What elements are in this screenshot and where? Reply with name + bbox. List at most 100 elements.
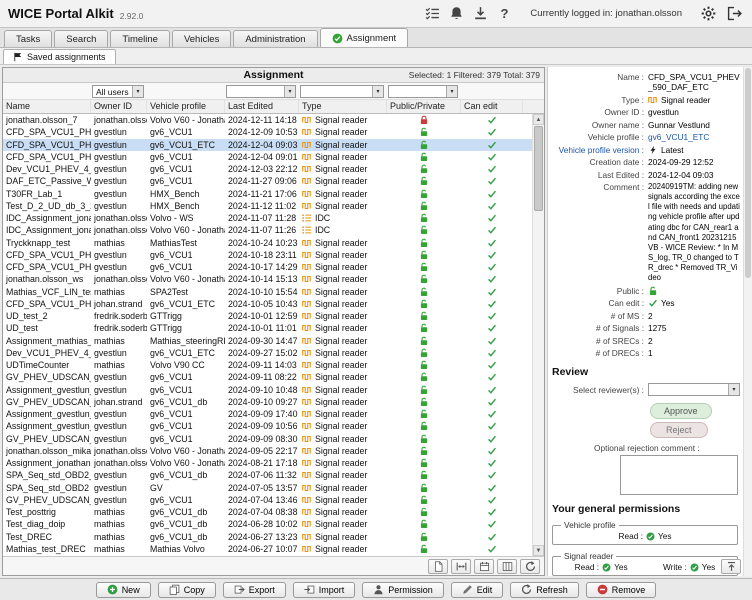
table-row[interactable]: UD_test_2fredrik.soderbergGTTrigg2024-10…	[3, 310, 532, 322]
table-columns-button[interactable]	[497, 559, 517, 574]
table-row[interactable]: Mathias_VCF_LIN_testmathiasSPA2Test2024-…	[3, 286, 532, 298]
column-header-owner-id[interactable]: Owner ID	[91, 100, 147, 113]
table-row[interactable]: CFD_SPA_VCU1_PHE...gvestlungv6_VCU12024-…	[3, 126, 532, 138]
reject-button[interactable]: Reject	[650, 422, 708, 438]
tab-administration[interactable]: Administration	[233, 30, 317, 47]
tab-tasks[interactable]: Tasks	[4, 30, 52, 47]
document-button[interactable]	[428, 559, 448, 574]
detail-field: Name :CFD_SPA_VCU1_PHEV_590_DAF_ETC	[550, 72, 740, 92]
column-header-type[interactable]: Type	[299, 100, 387, 113]
lock-open-icon	[648, 286, 658, 296]
details-scrollbar[interactable]	[743, 67, 752, 576]
table-cell	[387, 433, 461, 445]
tab-saved-assignments[interactable]: Saved assignments	[3, 49, 116, 64]
table-cell: 2024-10-14 15:13	[225, 273, 299, 285]
fit-width-button[interactable]	[451, 559, 471, 574]
scroll-up-icon[interactable]: ▲	[533, 114, 544, 125]
table-row[interactable]: Assignment_mathias_166mathiasMathias_ste…	[3, 335, 532, 347]
column-header-last-edited[interactable]: Last Edited	[225, 100, 299, 113]
table-row[interactable]: CFD_SPA_VCU1_PHE...gvestlungv6_VCU12024-…	[3, 249, 532, 261]
download-button[interactable]	[470, 4, 490, 24]
table-row[interactable]: T30FR_Lab_1gvestlunHMX_Bench2024-11-21 1…	[3, 188, 532, 200]
table-row[interactable]: jonathan.olsson_wsjonathan.olssonVolvo V…	[3, 273, 532, 285]
table-row[interactable]: SPA_Seq_std_OBD2gvestlunGV2024-07-05 13:…	[3, 482, 532, 494]
filter-last-edited[interactable]: ▾	[226, 85, 296, 98]
table-row[interactable]: DAF_ETC_Passive_W...gvestlungv6_VCU12024…	[3, 175, 532, 187]
table-row[interactable]: IDC_Assignment_jonat...jonathan.olssonVo…	[3, 212, 532, 224]
field-value[interactable]: gv6_VCU1_ETC	[648, 132, 740, 142]
table-row[interactable]: Test_D_2_UD_db_3_2...gvestlunHMX_Bench20…	[3, 200, 532, 212]
table-row[interactable]: jonathan.olsson_mikajonathan.olssonVolvo…	[3, 445, 532, 457]
table-row[interactable]: jonathan.olsson_7jonathan.olssonVolvo V6…	[3, 114, 532, 126]
field-label[interactable]: Vehicle profile version :	[550, 145, 648, 155]
table-row[interactable]: CFD_SPA_VCU1_PHE...gvestlungv6_VCU12024-…	[3, 151, 532, 163]
table-cell: CFD_SPA_VCU1_PHE...	[3, 126, 91, 138]
signal-reader-icon	[302, 274, 312, 284]
new-button[interactable]: New	[96, 582, 151, 598]
table-row[interactable]: GV_PHEV_UDSCAN_...johan.strandgv6_VCU1_d…	[3, 396, 532, 408]
table-cell	[387, 518, 461, 530]
table-row[interactable]: Mathias_test_DRECmathiasMathias Volvo202…	[3, 543, 532, 555]
table-row[interactable]: GV_PHEV_UDSCAN_...gvestlungv6_VCU12024-0…	[3, 494, 532, 506]
table-row[interactable]: Tryckknapp_testmathiasMathiasTest2024-10…	[3, 237, 532, 249]
tab-assignment[interactable]: Assignment	[320, 28, 409, 47]
column-header-name[interactable]: Name	[3, 100, 91, 113]
assignment-type: Signal reader	[315, 348, 367, 358]
table-cell: HMX_Bench	[147, 200, 225, 212]
copy-button[interactable]: Copy	[158, 582, 216, 598]
table-row[interactable]: Test_diag_doipmathiasgv6_VCU1_db2024-06-…	[3, 518, 532, 530]
table-row[interactable]: Dev_VCU1_PHEV_4_4...gvestlungv6_VCU1_ETC…	[3, 347, 532, 359]
filter-owner-id[interactable]: All users▾	[92, 85, 144, 98]
reviewer-select[interactable]: ▾	[648, 383, 740, 396]
column-header-vehicle-profile[interactable]: Vehicle profile	[147, 100, 225, 113]
remove-button[interactable]: Remove	[586, 582, 657, 598]
refresh-button[interactable]: Refresh	[510, 582, 579, 598]
table-cell: mathias	[91, 543, 147, 555]
table-row[interactable]: Test_DRECmathiasgv6_VCU1_db2024-06-27 13…	[3, 531, 532, 543]
table-row[interactable]: Assignment_jonathan.o...jonathan.olssonV…	[3, 457, 532, 469]
scrollbar-thumb[interactable]	[534, 126, 543, 211]
table-row[interactable]: Assignment_gvestlun_...gvestlungv6_VCU12…	[3, 384, 532, 396]
settings-button[interactable]	[698, 4, 718, 24]
refresh-button[interactable]	[520, 559, 540, 574]
permission-button[interactable]: Permission	[362, 582, 444, 598]
table-row[interactable]: Dev_VCU1_PHEV_4_4...gvestlungv6_VCU12024…	[3, 163, 532, 175]
details-scrollbar-thumb[interactable]	[745, 68, 751, 278]
rejection-comment-input[interactable]	[620, 455, 738, 495]
export-button[interactable]: Export	[223, 582, 286, 598]
table-row[interactable]: Test_posttrigmathiasgv6_VCU1_db2024-07-0…	[3, 506, 532, 518]
tab-timeline[interactable]: Timeline	[110, 30, 170, 47]
table-row[interactable]: Assignment_gvestlun_...gvestlungv6_VCU12…	[3, 408, 532, 420]
help-button[interactable]: ?	[494, 4, 514, 24]
scroll-down-icon[interactable]: ▼	[533, 545, 544, 556]
task-status-button[interactable]	[422, 4, 442, 24]
filter-public-private[interactable]: ▾	[388, 85, 458, 98]
tab-search[interactable]: Search	[54, 30, 108, 47]
table-row[interactable]: CFD_SPA_VCU1_PHE...johan.strandgv6_VCU1_…	[3, 298, 532, 310]
button-label: New	[122, 585, 140, 595]
notifications-button[interactable]	[446, 4, 466, 24]
table-row[interactable]: CFD_SPA_VCU1_PHE...gvestlungv6_VCU1_ETC2…	[3, 139, 532, 151]
table-row[interactable]: UD_testfredrik.soderbergGTTrigg2024-10-0…	[3, 322, 532, 334]
owner-id: mathias	[94, 532, 125, 542]
table-row[interactable]: SPA_Seq_std_OBD2_v...gvestlungv6_VCU1_db…	[3, 469, 532, 481]
logout-button[interactable]	[724, 4, 744, 24]
column-header-public-private[interactable]: Public/Private	[387, 100, 461, 113]
scroll-top-button[interactable]	[721, 559, 741, 574]
table-row[interactable]: GV_PHEV_UDSCAN_...gvestlungv6_VCU12024-0…	[3, 433, 532, 445]
calendar-button[interactable]	[474, 559, 494, 574]
table-row[interactable]: GV_PHEV_UDSCAN_...gvestlungv6_VCU12024-0…	[3, 371, 532, 383]
table-scrollbar[interactable]: ▲ ▼	[532, 114, 544, 556]
table-row[interactable]: IDC_Assignment_jonat...jonathan.olssonVo…	[3, 224, 532, 236]
column-header-can-edit[interactable]: Can edit	[461, 100, 523, 113]
table-row[interactable]: Assignment_gvestlun_22gvestlungv6_VCU120…	[3, 420, 532, 432]
table-row[interactable]: UDTimeCountermathiasVolvo V90 CC2024-09-…	[3, 359, 532, 371]
edit-button[interactable]: Edit	[451, 582, 504, 598]
import-button[interactable]: Import	[293, 582, 356, 598]
assignment-name: CFD_SPA_VCU1_PHE...	[6, 299, 91, 309]
table-row[interactable]: CFD_SPA_VCU1_PHE...gvestlungv6_VCU12024-…	[3, 261, 532, 273]
tab-vehicles[interactable]: Vehicles	[172, 30, 231, 47]
approve-button[interactable]: Approve	[650, 403, 712, 419]
filter-type[interactable]: ▾	[300, 85, 384, 98]
table-cell: 2024-09-11 08:22	[225, 371, 299, 383]
